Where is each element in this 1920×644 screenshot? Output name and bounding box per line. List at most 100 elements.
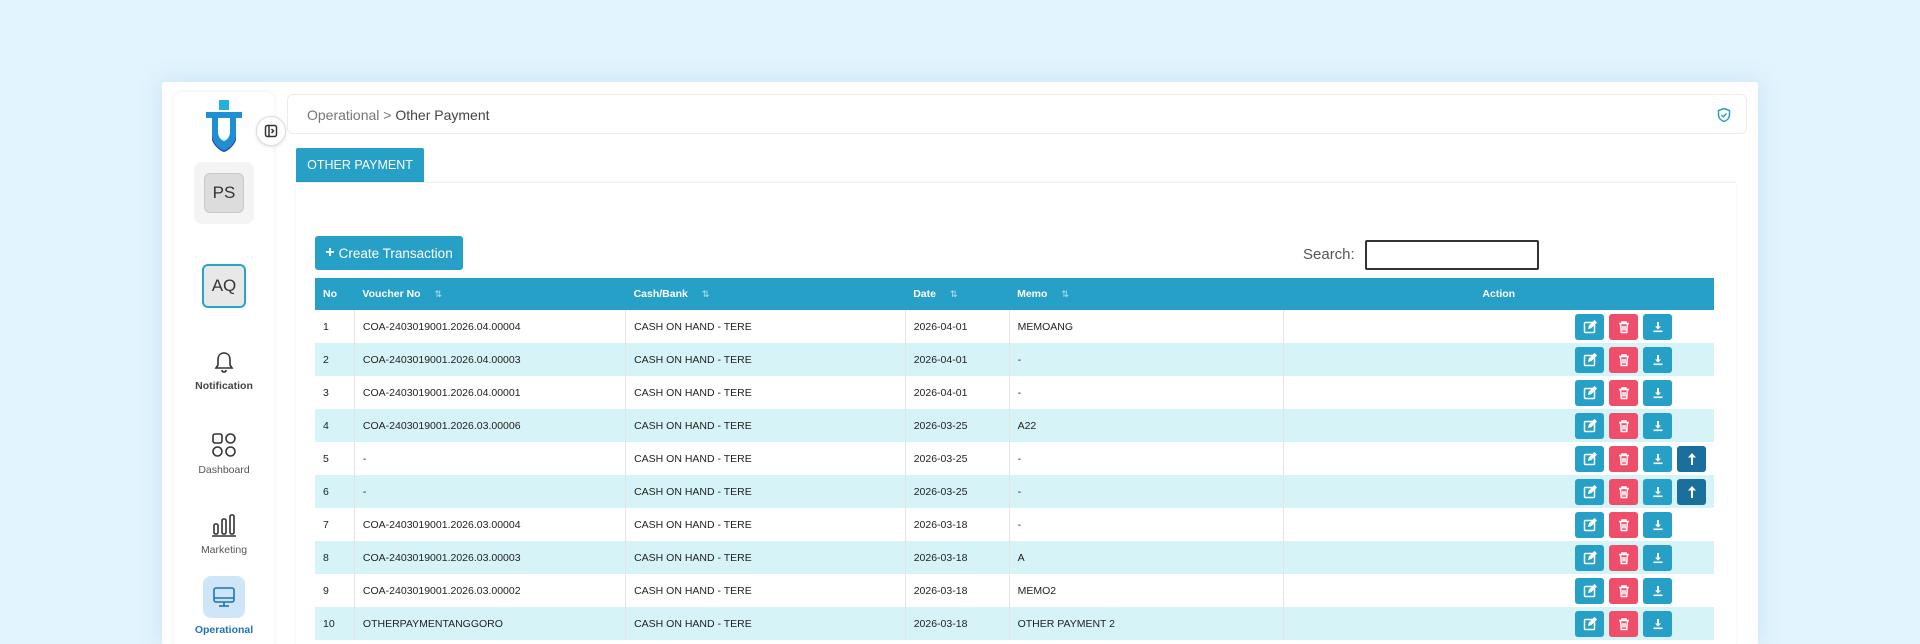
- create-transaction-button[interactable]: + Create Transaction: [315, 236, 463, 270]
- download-button[interactable]: [1643, 610, 1672, 637]
- cell-actions: [1284, 442, 1715, 475]
- download-icon: [1652, 354, 1664, 366]
- plus-icon: +: [325, 244, 335, 261]
- sidebar-item-operational[interactable]: Operational: [174, 576, 274, 636]
- delete-button[interactable]: [1609, 478, 1638, 505]
- edit-button[interactable]: [1575, 577, 1604, 604]
- upload-button[interactable]: [1677, 478, 1706, 505]
- download-button[interactable]: [1643, 544, 1672, 571]
- download-button[interactable]: [1643, 346, 1672, 373]
- sidebar-item-label: Dashboard: [198, 464, 250, 476]
- trash-icon: [1617, 353, 1631, 367]
- sidebar-item-notification[interactable]: Notification: [174, 350, 274, 392]
- breadcrumb: Operational > Other Payment: [307, 107, 490, 123]
- cell-voucher-no: COA-2403019001.2026.03.00003: [354, 541, 627, 574]
- upload-button[interactable]: [1677, 445, 1706, 472]
- table-row[interactable]: 6- CASH ON HAND - TERE 2026-03-25-: [315, 475, 1714, 508]
- delete-button[interactable]: [1609, 577, 1638, 604]
- table-row[interactable]: 5- CASH ON HAND - TERE 2026-03-25-: [315, 442, 1714, 475]
- cell-cash-bank: CASH ON HAND - TERE: [625, 343, 906, 376]
- download-icon: [1652, 321, 1664, 333]
- cell-voucher-no: COA-2403019001.2026.03.00004: [354, 508, 627, 541]
- cell-date: 2026-04-01: [905, 376, 1010, 409]
- trash-icon: [1617, 452, 1631, 466]
- trash-icon: [1617, 617, 1631, 631]
- column-header-action: Action: [1482, 288, 1516, 300]
- table-row[interactable]: 9 COA-2403019001.2026.03.00002 CASH ON HAN…: [315, 574, 1714, 607]
- column-header-memo[interactable]: Memo ⇅: [1009, 278, 1283, 310]
- profile-card[interactable]: PS: [194, 162, 254, 224]
- column-header-no[interactable]: No: [315, 278, 354, 310]
- download-button[interactable]: [1643, 313, 1672, 340]
- cell-cash-bank: CASH ON HAND - TERE: [625, 541, 906, 574]
- trash-icon: [1617, 551, 1631, 565]
- table-row[interactable]: 4 COA-2403019001.2026.03.00006 CASH ON HAN…: [315, 409, 1714, 442]
- edit-button[interactable]: [1575, 445, 1604, 472]
- cell-cash-bank: CASH ON HAND - TERE: [625, 508, 906, 541]
- column-header-cash-bank[interactable]: Cash/Bank ⇅: [626, 278, 906, 310]
- transactions-table: No Voucher No ⇅ Cash/Bank ⇅ Date ⇅ Memo ⇅ Ac…: [315, 278, 1714, 640]
- active-indicator: [203, 576, 245, 618]
- cell-voucher-no: COA-2403019001.2026.03.00006: [354, 409, 627, 442]
- edit-button[interactable]: [1575, 313, 1604, 340]
- cell-actions: [1284, 376, 1715, 409]
- user-avatar[interactable]: AQ: [202, 264, 246, 308]
- cell-actions: [1284, 541, 1715, 574]
- shield-check-icon[interactable]: [1716, 107, 1732, 128]
- delete-button[interactable]: [1609, 412, 1638, 439]
- cell-no: 9: [315, 574, 355, 607]
- sidebar-item-marketing[interactable]: Marketing: [174, 512, 274, 556]
- table-row[interactable]: 10 OTHERPAYMENTANGGORO CASH ON HAND - TERE…: [315, 607, 1714, 640]
- delete-button[interactable]: [1609, 346, 1638, 373]
- cell-cash-bank: CASH ON HAND - TERE: [625, 310, 906, 343]
- cell-no: 3: [315, 376, 355, 409]
- monitor-icon: [213, 587, 235, 607]
- table-row[interactable]: 7 COA-2403019001.2026.03.00004 CASH ON HAN…: [315, 508, 1714, 541]
- cell-memo: MEMOANG: [1009, 310, 1285, 343]
- download-button[interactable]: [1643, 577, 1672, 604]
- download-icon: [1652, 453, 1664, 465]
- download-button[interactable]: [1643, 511, 1672, 538]
- column-header-voucher-no[interactable]: Voucher No ⇅: [354, 278, 625, 310]
- download-button[interactable]: [1643, 445, 1672, 472]
- cell-date: 2026-03-25: [905, 409, 1010, 442]
- sidebar-item-dashboard[interactable]: Dashboard: [174, 432, 274, 476]
- edit-button[interactable]: [1575, 544, 1604, 571]
- edit-icon: [1583, 451, 1597, 466]
- table-row[interactable]: 1 COA-2403019001.2026.04.00004 CASH ON HAN…: [315, 310, 1714, 343]
- edit-button[interactable]: [1575, 346, 1604, 373]
- brand-logo[interactable]: [204, 100, 244, 152]
- column-header-date[interactable]: Date ⇅: [905, 278, 1009, 310]
- download-button[interactable]: [1643, 379, 1672, 406]
- cell-date: 2026-03-25: [905, 475, 1010, 508]
- download-button[interactable]: [1643, 412, 1672, 439]
- table-row[interactable]: 3 COA-2403019001.2026.04.00001 CASH ON HAN…: [315, 376, 1714, 409]
- search-input[interactable]: [1365, 240, 1539, 270]
- cell-memo: A22: [1009, 409, 1285, 442]
- delete-button[interactable]: [1609, 445, 1638, 472]
- edit-button[interactable]: [1575, 412, 1604, 439]
- edit-button[interactable]: [1575, 610, 1604, 637]
- edit-icon: [1583, 319, 1597, 334]
- cell-voucher-no: COA-2403019001.2026.04.00001: [354, 376, 627, 409]
- delete-button[interactable]: [1609, 313, 1638, 340]
- sidebar-collapse-button[interactable]: [256, 116, 286, 146]
- delete-button[interactable]: [1609, 379, 1638, 406]
- edit-button[interactable]: [1575, 379, 1604, 406]
- table-row[interactable]: 2 COA-2403019001.2026.04.00003 CASH ON HAN…: [315, 343, 1714, 376]
- edit-button[interactable]: [1575, 511, 1604, 538]
- grid-icon: [212, 433, 236, 457]
- delete-button[interactable]: [1609, 544, 1638, 571]
- delete-button[interactable]: [1609, 511, 1638, 538]
- breadcrumb-parent[interactable]: Operational: [307, 107, 379, 123]
- download-button[interactable]: [1643, 478, 1672, 505]
- edit-button[interactable]: [1575, 478, 1604, 505]
- delete-button[interactable]: [1609, 610, 1638, 637]
- cell-no: 4: [315, 409, 355, 442]
- cell-no: 10: [315, 607, 355, 640]
- cell-no: 6: [315, 475, 355, 508]
- tab-other-payment[interactable]: OTHER PAYMENT: [296, 148, 424, 182]
- table-row[interactable]: 8 COA-2403019001.2026.03.00003 CASH ON HAN…: [315, 541, 1714, 574]
- cell-actions: [1284, 607, 1715, 640]
- cell-no: 2: [315, 343, 355, 376]
